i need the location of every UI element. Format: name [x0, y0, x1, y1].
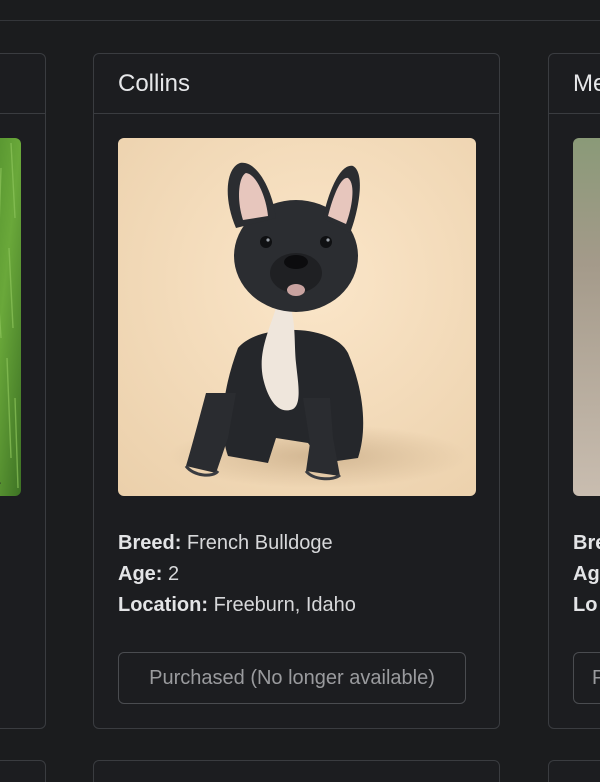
pet-card-next-main [93, 760, 500, 782]
breed-row: Breed: French Bulldoge [118, 528, 356, 559]
pet-photo-right [573, 138, 600, 496]
purchased-status-button[interactable]: Purchased (No longer available) [118, 652, 466, 704]
location-label: Location: [118, 594, 208, 616]
pet-card-next-left [0, 760, 46, 782]
pet-details: Breed: French Bulldoge Age: 2 Location: … [118, 528, 356, 621]
breed-value: French Bulldoge [186, 532, 333, 554]
location-row: Location: Freeburn, Idaho [118, 590, 356, 621]
pet-name-partial: Me [549, 54, 600, 114]
status-button-partial[interactable]: P [573, 652, 600, 704]
pet-card-next-right [548, 760, 600, 782]
pet-card-left [0, 53, 46, 729]
pet-card-collins: Collins Breed: French Bulldoge Age: 2 Lo… [93, 53, 500, 729]
location-value: Freeburn, Idaho [213, 594, 356, 616]
pet-photo-left [0, 138, 21, 496]
pet-photo [118, 138, 476, 496]
breed-label-partial: Bre [573, 532, 600, 554]
age-row: Age: 2 [118, 559, 356, 590]
age-label: Age: [118, 563, 163, 585]
pet-listing-page: Collins Breed: French Bulldoge Age: 2 Lo… [0, 0, 600, 782]
pet-details-partial: Bre Ag Lo [573, 528, 600, 621]
age-value: 2 [168, 563, 180, 585]
pet-card-right: Me Bre Ag Lo P [548, 53, 600, 729]
breed-label: Breed: [118, 532, 182, 554]
card-header [0, 54, 45, 114]
age-label-partial: Ag [573, 563, 600, 585]
location-label-partial: Lo [573, 594, 598, 616]
top-divider [0, 20, 600, 21]
pet-name: Collins [94, 54, 499, 114]
